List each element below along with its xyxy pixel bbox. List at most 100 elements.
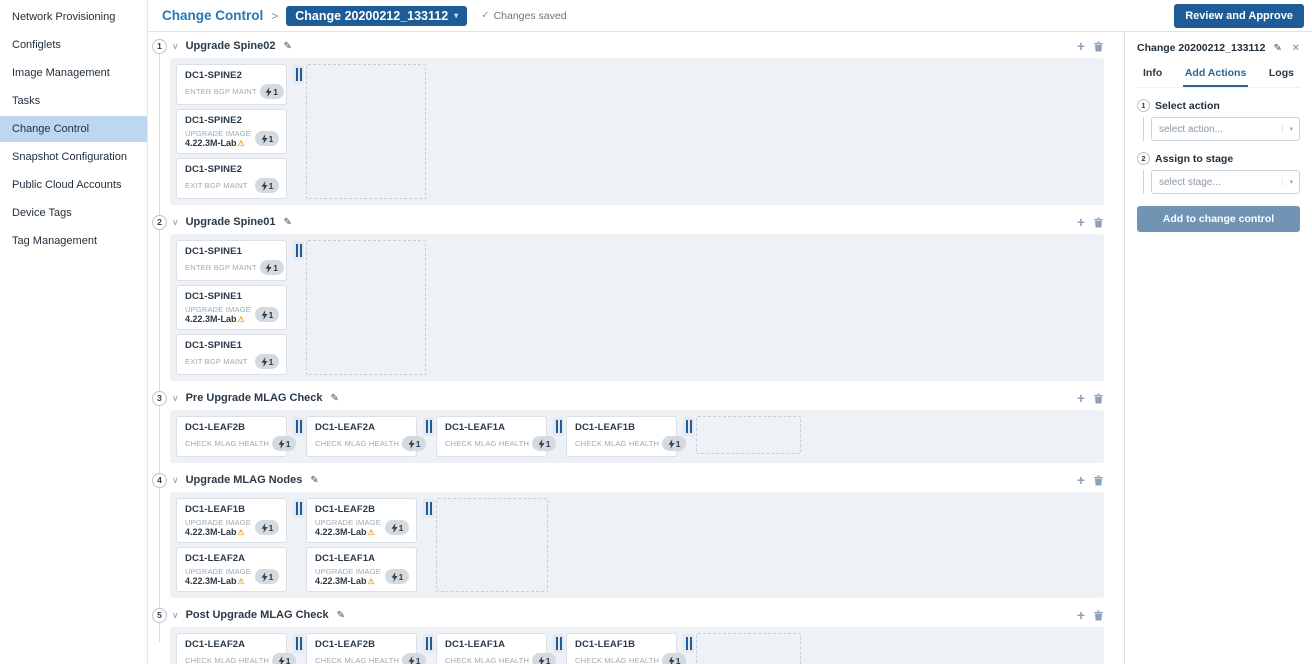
action-card[interactable]: DC1-LEAF2BUPGRADE IMAGE4.22.3M-Lab⚠1 xyxy=(306,498,417,543)
card-group: DC1-LEAF1ACHECK MLAG HEALTH1 xyxy=(436,416,547,457)
collapse-chevron-icon[interactable]: ∨ xyxy=(172,610,179,621)
tab-info[interactable]: Info xyxy=(1141,63,1164,87)
edit-stage-icon[interactable]: ✎ xyxy=(331,393,339,404)
drag-handle[interactable] xyxy=(293,241,304,260)
drop-zone[interactable] xyxy=(696,633,801,664)
action-card[interactable]: DC1-SPINE2UPGRADE IMAGE4.22.3M-Lab⚠1 xyxy=(176,109,287,154)
top-header: Change Control > Change 20200212_133112 … xyxy=(148,0,1312,32)
delete-stage-icon[interactable] xyxy=(1093,609,1104,621)
drop-zone[interactable] xyxy=(306,240,426,375)
tab-logs[interactable]: Logs xyxy=(1267,63,1296,87)
tab-add-actions[interactable]: Add Actions xyxy=(1183,63,1248,87)
edit-stage-icon[interactable]: ✎ xyxy=(310,475,318,486)
action-type-label: UPGRADE IMAGE xyxy=(315,567,381,576)
collapse-chevron-icon[interactable]: ∨ xyxy=(172,393,179,404)
card-detail-text: UPGRADE IMAGE4.22.3M-Lab⚠ xyxy=(185,567,251,586)
sidebar-item-configlets[interactable]: Configlets xyxy=(0,32,147,58)
select-stage-placeholder: select stage... xyxy=(1159,177,1282,188)
delete-stage-icon[interactable] xyxy=(1093,216,1104,228)
card-detail-row: CHECK MLAG HEALTH1 xyxy=(445,653,539,664)
drag-handle[interactable] xyxy=(683,634,694,653)
add-stage-icon[interactable]: + xyxy=(1077,215,1085,229)
task-count-badge: 1 xyxy=(662,436,686,451)
drag-handle[interactable] xyxy=(293,417,304,436)
drag-handle[interactable] xyxy=(293,65,304,84)
action-card[interactable]: DC1-LEAF2ACHECK MLAG HEALTH1 xyxy=(176,633,287,664)
sidebar-item-tasks[interactable]: Tasks xyxy=(0,88,147,114)
task-count-badge: 1 xyxy=(260,84,284,99)
add-stage-icon[interactable]: + xyxy=(1077,608,1085,622)
select-stage-dropdown[interactable]: select stage... ▾ xyxy=(1151,170,1300,194)
card-detail-text: UPGRADE IMAGE4.22.3M-Lab⚠ xyxy=(185,129,251,148)
drop-zone[interactable] xyxy=(306,64,426,199)
select-action-dropdown[interactable]: select action... ▾ xyxy=(1151,117,1300,141)
action-type-label: CHECK MLAG HEALTH xyxy=(185,439,269,448)
action-card[interactable]: DC1-LEAF1ACHECK MLAG HEALTH1 xyxy=(436,416,547,457)
device-name: DC1-LEAF2A xyxy=(185,553,279,564)
drag-handle[interactable] xyxy=(423,634,434,653)
review-and-approve-button[interactable]: Review and Approve xyxy=(1174,4,1304,28)
breadcrumb-change-control[interactable]: Change Control xyxy=(162,8,263,23)
add-stage-icon[interactable]: + xyxy=(1077,473,1085,487)
sidebar-item-device-tags[interactable]: Device Tags xyxy=(0,200,147,226)
add-stage-icon[interactable]: + xyxy=(1077,391,1085,405)
collapse-chevron-icon[interactable]: ∨ xyxy=(172,475,179,486)
drop-zone[interactable] xyxy=(436,498,548,592)
action-card[interactable]: DC1-SPINE2EXIT BGP MAINT1 xyxy=(176,158,287,199)
drag-handle[interactable] xyxy=(423,417,434,436)
drag-handle[interactable] xyxy=(293,634,304,653)
lightning-icon xyxy=(391,572,398,582)
action-type-label: CHECK MLAG HEALTH xyxy=(315,656,399,664)
device-name: DC1-LEAF1A xyxy=(445,639,539,650)
drag-handle[interactable] xyxy=(293,499,304,518)
action-card[interactable]: DC1-SPINE1UPGRADE IMAGE4.22.3M-Lab⚠1 xyxy=(176,285,287,330)
action-card[interactable]: DC1-LEAF1AUPGRADE IMAGE4.22.3M-Lab⚠1 xyxy=(306,547,417,592)
action-card[interactable]: DC1-LEAF2BCHECK MLAG HEALTH1 xyxy=(176,416,287,457)
card-detail-row: UPGRADE IMAGE4.22.3M-Lab⚠1 xyxy=(315,518,409,537)
card-group: DC1-LEAF2BCHECK MLAG HEALTH1 xyxy=(306,633,417,664)
action-card[interactable]: DC1-LEAF1BCHECK MLAG HEALTH1 xyxy=(566,416,677,457)
edit-stage-icon[interactable]: ✎ xyxy=(283,41,291,52)
action-card[interactable]: DC1-SPINE1EXIT BGP MAINT1 xyxy=(176,334,287,375)
sidebar-item-change-control[interactable]: Change Control xyxy=(0,116,147,142)
add-to-change-control-button[interactable]: Add to change control xyxy=(1137,206,1300,232)
action-card[interactable]: DC1-LEAF1BUPGRADE IMAGE4.22.3M-Lab⚠1 xyxy=(176,498,287,543)
sidebar-item-public-cloud-accounts[interactable]: Public Cloud Accounts xyxy=(0,172,147,198)
sidebar-item-snapshot-configuration[interactable]: Snapshot Configuration xyxy=(0,144,147,170)
drop-zone[interactable] xyxy=(696,416,801,454)
action-card[interactable]: DC1-LEAF1BCHECK MLAG HEALTH1 xyxy=(566,633,677,664)
action-card[interactable]: DC1-LEAF2BCHECK MLAG HEALTH1 xyxy=(306,633,417,664)
stage-number-badge: 1 xyxy=(152,39,167,54)
close-panel-icon[interactable]: ✕ xyxy=(1292,43,1300,54)
lightning-icon xyxy=(265,263,272,273)
stage-number-badge: 4 xyxy=(152,473,167,488)
drag-handle[interactable] xyxy=(553,417,564,436)
image-version-text: 4.22.3M-Lab xyxy=(185,138,237,148)
drag-handle[interactable] xyxy=(553,634,564,653)
change-name-dropdown[interactable]: Change 20200212_133112 ▾ xyxy=(286,6,467,26)
sidebar-item-tag-management[interactable]: Tag Management xyxy=(0,228,147,254)
edit-stage-icon[interactable]: ✎ xyxy=(337,610,345,621)
collapse-chevron-icon[interactable]: ∨ xyxy=(172,41,179,52)
action-card[interactable]: DC1-LEAF2AUPGRADE IMAGE4.22.3M-Lab⚠1 xyxy=(176,547,287,592)
edit-change-name-icon[interactable]: ✎ xyxy=(1273,43,1281,54)
sidebar-item-network-provisioning[interactable]: Network Provisioning xyxy=(0,4,147,30)
collapse-chevron-icon[interactable]: ∨ xyxy=(172,217,179,228)
action-card[interactable]: DC1-SPINE1ENTER BGP MAINT1 xyxy=(176,240,287,281)
drag-handle[interactable] xyxy=(423,499,434,518)
action-card[interactable]: DC1-LEAF2ACHECK MLAG HEALTH1 xyxy=(306,416,417,457)
add-stage-icon[interactable]: + xyxy=(1077,39,1085,53)
delete-stage-icon[interactable] xyxy=(1093,474,1104,486)
card-detail-row: CHECK MLAG HEALTH1 xyxy=(445,436,539,451)
card-detail-text: EXIT BGP MAINT xyxy=(185,357,248,366)
delete-stage-icon[interactable] xyxy=(1093,40,1104,52)
check-icon: ✓ xyxy=(481,10,489,21)
drag-handle[interactable] xyxy=(683,417,694,436)
edit-stage-icon[interactable]: ✎ xyxy=(283,217,291,228)
action-card[interactable]: DC1-SPINE2ENTER BGP MAINT1 xyxy=(176,64,287,105)
delete-stage-icon[interactable] xyxy=(1093,392,1104,404)
action-card[interactable]: DC1-LEAF1A CHECK MLAG HEALTH1 xyxy=(436,633,547,664)
step-header: 2 Assign to stage xyxy=(1137,152,1300,165)
task-count-badge: 1 xyxy=(272,436,296,451)
sidebar-item-image-management[interactable]: Image Management xyxy=(0,60,147,86)
